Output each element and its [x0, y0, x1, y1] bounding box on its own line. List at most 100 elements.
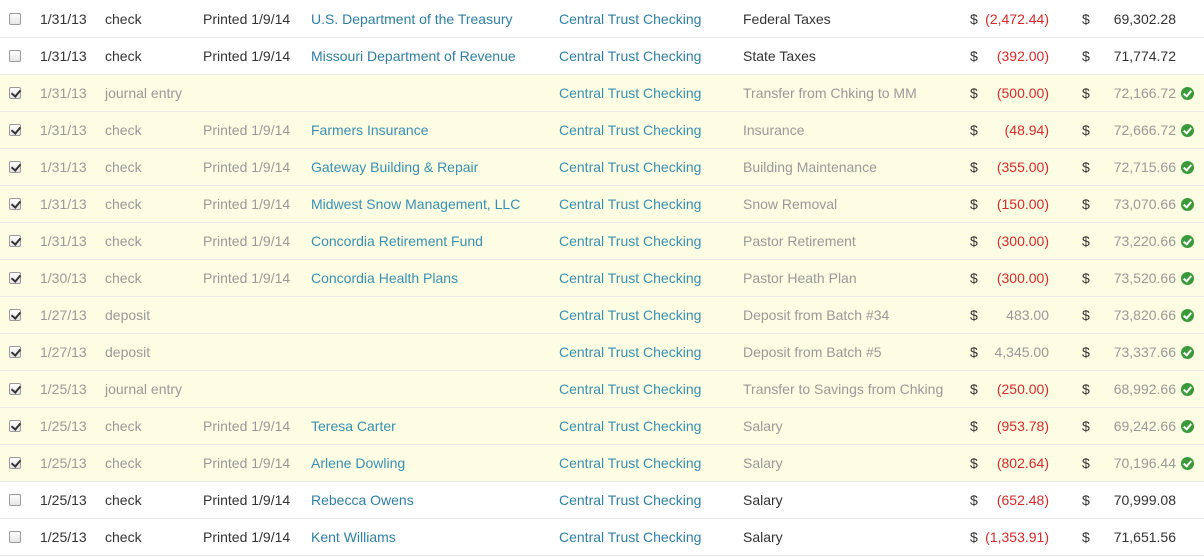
- payee-link[interactable]: Concordia Health Plans: [311, 260, 458, 296]
- transaction-row[interactable]: 1/25/13 check Printed 1/9/14 Rebecca Owe…: [0, 482, 1204, 519]
- select-checkbox[interactable]: [9, 50, 21, 62]
- select-cell[interactable]: [9, 38, 23, 74]
- select-cell[interactable]: [9, 334, 23, 370]
- select-checkbox[interactable]: [9, 346, 21, 358]
- amount-currency: $: [970, 492, 978, 508]
- select-checkbox[interactable]: [9, 124, 21, 136]
- select-checkbox[interactable]: [9, 494, 21, 506]
- check-circle-icon: [1181, 419, 1194, 433]
- memo: Pastor Retirement: [743, 233, 856, 249]
- select-cell[interactable]: [9, 260, 23, 296]
- select-checkbox[interactable]: [9, 161, 21, 173]
- memo: Building Maintenance: [743, 159, 877, 175]
- transaction-row[interactable]: 1/25/13 check Printed 1/9/14 Kent Willia…: [0, 519, 1204, 556]
- payee-link[interactable]: Rebecca Owens: [311, 482, 414, 518]
- transaction-row[interactable]: 1/31/13 check Printed 1/9/14 Midwest Sno…: [0, 186, 1204, 223]
- cleared-cell: [1181, 297, 1195, 333]
- cleared-cell: [1181, 38, 1195, 74]
- select-checkbox[interactable]: [9, 457, 21, 469]
- balance-currency: $: [1082, 418, 1090, 434]
- transaction-row[interactable]: 1/31/13 check Printed 1/9/14 Concordia R…: [0, 223, 1204, 260]
- account-link[interactable]: Central Trust Checking: [559, 519, 701, 555]
- select-checkbox[interactable]: [9, 198, 21, 210]
- transaction-type: check: [105, 48, 142, 64]
- select-checkbox[interactable]: [9, 531, 21, 543]
- select-checkbox[interactable]: [9, 87, 21, 99]
- select-checkbox[interactable]: [9, 12, 21, 25]
- amount-currency: $: [970, 85, 978, 101]
- check-number: Printed 1/9/14: [203, 48, 291, 64]
- transaction-register: 1/31/13 check Printed 1/9/14 U.S. Depart…: [0, 0, 1204, 556]
- select-cell[interactable]: [9, 297, 23, 333]
- select-cell[interactable]: [9, 112, 23, 148]
- select-cell[interactable]: [9, 0, 23, 37]
- balance-currency: $: [1082, 307, 1090, 323]
- transaction-row[interactable]: 1/31/13 check Printed 1/9/14 Gateway Bui…: [0, 149, 1204, 186]
- transaction-row[interactable]: 1/25/13 check Printed 1/9/14 Arlene Dowl…: [0, 445, 1204, 482]
- select-cell[interactable]: [9, 445, 23, 481]
- cleared-cell: [1181, 149, 1195, 185]
- select-cell[interactable]: [9, 149, 23, 185]
- select-cell[interactable]: [9, 371, 23, 407]
- date: 1/25/13: [40, 381, 87, 397]
- select-cell[interactable]: [9, 519, 23, 555]
- payee-link[interactable]: Teresa Carter: [311, 408, 396, 444]
- account-link[interactable]: Central Trust Checking: [559, 186, 701, 222]
- transaction-row[interactable]: 1/31/13 check Printed 1/9/14 Missouri De…: [0, 38, 1204, 75]
- account-link[interactable]: Central Trust Checking: [559, 408, 701, 444]
- payee-link[interactable]: U.S. Department of the Treasury: [311, 0, 513, 37]
- memo: Transfer from Chking to MM: [743, 85, 917, 101]
- payee-link[interactable]: Arlene Dowling: [311, 445, 405, 481]
- transaction-row[interactable]: 1/31/13 check Printed 1/9/14 Farmers Ins…: [0, 112, 1204, 149]
- check-circle-icon: [1181, 345, 1194, 359]
- select-checkbox[interactable]: [9, 235, 21, 247]
- select-checkbox[interactable]: [9, 272, 21, 284]
- transaction-type: check: [105, 196, 142, 212]
- amount: (300.00): [996, 233, 1049, 249]
- date: 1/27/13: [40, 344, 87, 360]
- select-cell[interactable]: [9, 482, 23, 518]
- payee-link[interactable]: Kent Williams: [311, 519, 396, 555]
- transaction-type: journal entry: [105, 381, 183, 397]
- balance-currency: $: [1082, 196, 1090, 212]
- account-link[interactable]: Central Trust Checking: [559, 371, 701, 407]
- select-checkbox[interactable]: [9, 420, 21, 432]
- account-link[interactable]: Central Trust Checking: [559, 482, 701, 518]
- account-link[interactable]: Central Trust Checking: [559, 149, 701, 185]
- account-link[interactable]: Central Trust Checking: [559, 38, 701, 74]
- transaction-type: check: [105, 418, 142, 434]
- transaction-row[interactable]: 1/25/13 journal entry Central Trust Chec…: [0, 371, 1204, 408]
- account-link[interactable]: Central Trust Checking: [559, 0, 701, 37]
- select-cell[interactable]: [9, 408, 23, 444]
- transaction-row[interactable]: 1/31/13 check Printed 1/9/14 U.S. Depart…: [0, 0, 1204, 38]
- account-link[interactable]: Central Trust Checking: [559, 260, 701, 296]
- account-link[interactable]: Central Trust Checking: [559, 334, 701, 370]
- select-cell[interactable]: [9, 186, 23, 222]
- select-cell[interactable]: [9, 75, 23, 111]
- transaction-row[interactable]: 1/27/13 deposit Central Trust Checking D…: [0, 334, 1204, 371]
- account-link[interactable]: Central Trust Checking: [559, 445, 701, 481]
- transaction-row[interactable]: 1/25/13 check Printed 1/9/14 Teresa Cart…: [0, 408, 1204, 445]
- account-link[interactable]: Central Trust Checking: [559, 297, 701, 333]
- balance-currency: $: [1082, 529, 1090, 545]
- payee-link[interactable]: Midwest Snow Management, LLC: [311, 186, 520, 222]
- select-cell[interactable]: [9, 223, 23, 259]
- payee-link[interactable]: Concordia Retirement Fund: [311, 223, 483, 259]
- account-link[interactable]: Central Trust Checking: [559, 112, 701, 148]
- transaction-row[interactable]: 1/27/13 deposit Central Trust Checking D…: [0, 297, 1204, 334]
- amount-currency: $: [970, 196, 978, 212]
- memo: Deposit from Batch #34: [743, 307, 890, 323]
- transaction-row[interactable]: 1/31/13 journal entry Central Trust Chec…: [0, 75, 1204, 112]
- payee-link[interactable]: Farmers Insurance: [311, 112, 428, 148]
- date: 1/25/13: [40, 418, 87, 434]
- check-circle-icon: [1181, 382, 1194, 396]
- transaction-row[interactable]: 1/30/13 check Printed 1/9/14 Concordia H…: [0, 260, 1204, 297]
- payee-link[interactable]: Gateway Building & Repair: [311, 149, 478, 185]
- account-link[interactable]: Central Trust Checking: [559, 75, 701, 111]
- select-checkbox[interactable]: [9, 383, 21, 395]
- payee-link[interactable]: Missouri Department of Revenue: [311, 38, 516, 74]
- select-checkbox[interactable]: [9, 309, 21, 321]
- date: 1/25/13: [40, 492, 87, 508]
- account-link[interactable]: Central Trust Checking: [559, 223, 701, 259]
- cleared-cell: [1181, 334, 1195, 370]
